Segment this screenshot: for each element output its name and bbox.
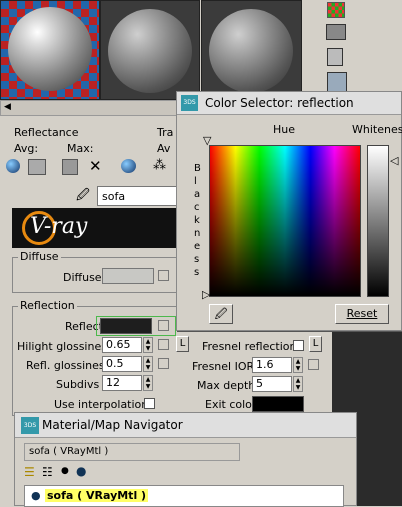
- use-interpolation-checkbox[interactable]: [144, 398, 155, 409]
- max-depth-input[interactable]: 5: [252, 376, 292, 392]
- vray-banner: V-ray: [12, 208, 182, 248]
- hilight-glossiness-spinner[interactable]: ▲ ▼: [143, 337, 153, 353]
- diffuse-color-swatch[interactable]: [102, 268, 154, 284]
- color-selector-dialog: 3DS Color Selector: reflection Hue White…: [176, 91, 402, 331]
- hue-label: Hue: [273, 123, 296, 136]
- navigator-path-field[interactable]: sofa ( VRayMtl ): [24, 443, 240, 461]
- material-slot-2[interactable]: [100, 0, 200, 100]
- eyedropper-icon: 🖉: [214, 307, 228, 321]
- diffuse-label: Diffuse: [63, 271, 102, 284]
- blackness-label: Blackness: [194, 163, 201, 278]
- hilight-glossiness-label: Hilight glossiness: [17, 340, 113, 353]
- whiteness-label: Whiteness: [352, 123, 402, 136]
- reflection-group-label: Reflection: [18, 299, 77, 312]
- vray-logo-text: V-ray: [30, 214, 88, 239]
- refl-glossiness-label: Refl. glossiness: [26, 359, 111, 372]
- make-preview-icon[interactable]: [327, 48, 343, 66]
- navigator-toolbar: ☰ ☷ ● ●: [24, 464, 124, 483]
- use-interpolation-label: Use interpolation: [54, 398, 149, 411]
- material-effects-icon[interactable]: ⁂: [153, 158, 166, 173]
- avg-label: Avg:: [14, 142, 39, 155]
- app-badge-text: 3DS: [23, 422, 37, 429]
- material-slot-2-sphere: [108, 9, 192, 93]
- reflect-map-button[interactable]: [158, 320, 169, 331]
- material-slot-1[interactable]: [0, 0, 100, 100]
- refl-glossiness-map-button[interactable]: [158, 358, 169, 369]
- hilight-lock-button[interactable]: L: [176, 336, 189, 352]
- material-slot-1-sphere: [8, 7, 92, 91]
- material-slot-3[interactable]: [201, 0, 302, 100]
- whiteness-bar[interactable]: [367, 145, 389, 297]
- fresnel-reflections-checkbox[interactable]: [293, 340, 304, 351]
- background-checker-icon[interactable]: [327, 2, 345, 18]
- view-list-icons-icon[interactable]: ☷: [42, 465, 53, 479]
- app-badge-text: 3DS: [183, 99, 196, 106]
- material-slot-3-sphere: [209, 9, 293, 93]
- pick-from-object-icon[interactable]: 🖉: [76, 186, 90, 208]
- slots-scrollbar[interactable]: ◀: [0, 100, 180, 116]
- material-sphere-icon: ●: [31, 489, 41, 502]
- make-unique-icon[interactable]: [121, 159, 136, 173]
- max-depth-label: Max depth: [197, 379, 256, 392]
- color-selector-titlebar[interactable]: 3DS Color Selector: reflection: [177, 92, 401, 115]
- max-depth-spinner[interactable]: ▲ ▼: [293, 376, 303, 392]
- put-to-scene-icon[interactable]: [28, 159, 46, 175]
- navigator-titlebar[interactable]: 3DS Material/Map Navigator: [15, 413, 356, 438]
- side-toolbar: [302, 0, 402, 100]
- reflectance-label: Reflectance: [14, 126, 79, 139]
- fresnel-ior-label: Fresnel IOR: [192, 360, 255, 373]
- material-navigator-window: 3DS Material/Map Navigator sofa ( VRayMt…: [14, 412, 357, 507]
- view-small-icons-icon[interactable]: ●: [61, 466, 69, 476]
- delete-icon[interactable]: ✕: [89, 157, 102, 175]
- material-name-value: sofa: [102, 190, 126, 203]
- assign-to-selection-icon[interactable]: [62, 159, 78, 175]
- diffuse-map-button[interactable]: [158, 270, 169, 281]
- options-cursor-icon[interactable]: [327, 72, 347, 92]
- video-color-check-icon[interactable]: [326, 24, 346, 40]
- view-list-icon[interactable]: ☰: [24, 465, 35, 479]
- exit-color-swatch[interactable]: [252, 396, 304, 412]
- blackness-marker-icon[interactable]: ▷: [202, 288, 210, 301]
- tree-item-label: sofa ( VRayMtl ): [45, 489, 149, 502]
- material-toolbar: ✕ ⁂: [0, 156, 180, 178]
- 3ds-app-icon: 3DS: [21, 417, 39, 434]
- fresnel-reflections-label: Fresnel reflections: [202, 340, 303, 353]
- scroll-left-arrow-icon[interactable]: ◀: [4, 102, 11, 112]
- exit-color-label: Exit color: [205, 398, 257, 411]
- fresnel-lock-button[interactable]: L: [309, 336, 322, 352]
- navigator-title: Material/Map Navigator: [42, 418, 183, 432]
- diffuse-group-label: Diffuse: [18, 250, 61, 263]
- refl-glossiness-input[interactable]: 0.5: [102, 356, 142, 372]
- material-name-field[interactable]: sofa: [97, 186, 181, 206]
- 3ds-app-icon: 3DS: [181, 95, 198, 111]
- translucency-avg-label: Av: [157, 142, 171, 155]
- hilight-glossiness-map-button[interactable]: [158, 339, 169, 350]
- navigator-tree: ● sofa ( VRayMtl ): [24, 485, 344, 507]
- subdivs-label: Subdivs: [56, 378, 100, 391]
- whiteness-marker-icon[interactable]: ◁: [390, 154, 398, 167]
- hilight-glossiness-input[interactable]: 0.65: [102, 337, 142, 353]
- reset-button[interactable]: Reset: [335, 304, 389, 324]
- fresnel-ior-map-button[interactable]: [308, 359, 319, 370]
- navigator-path-value: sofa ( VRayMtl ): [29, 446, 109, 457]
- get-material-icon[interactable]: [6, 159, 20, 173]
- fresnel-ior-input[interactable]: 1.6: [252, 357, 292, 373]
- reflect-color-swatch[interactable]: [100, 318, 152, 334]
- color-selector-title: Color Selector: reflection: [205, 96, 354, 110]
- translucency-label: Tra: [157, 126, 174, 139]
- eyedropper-button[interactable]: 🖉: [209, 304, 233, 324]
- refl-glossiness-spinner[interactable]: ▲ ▼: [143, 356, 153, 372]
- subdivs-spinner[interactable]: ▲ ▼: [143, 375, 153, 391]
- subdivs-input[interactable]: 12: [102, 375, 142, 391]
- fresnel-ior-spinner[interactable]: ▲ ▼: [293, 357, 303, 373]
- hue-blackness-spectrum[interactable]: [209, 145, 361, 297]
- view-large-icons-icon[interactable]: ●: [76, 464, 86, 478]
- max-label: Max:: [67, 142, 94, 155]
